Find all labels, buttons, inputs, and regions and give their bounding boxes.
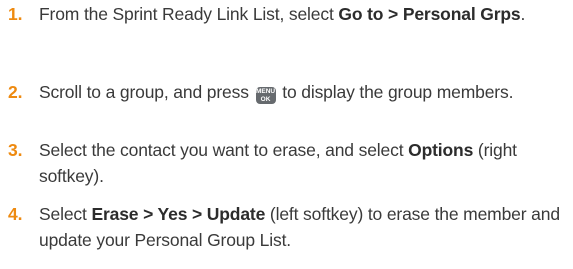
step-text-plain: From the Sprint Ready Link List, select [39,4,339,24]
step-text-plain: to display the group members. [277,82,514,102]
step-text-plain: . [520,4,526,24]
ok-key-label: OK [260,96,271,103]
step-text: Scroll to a group, and press MENU OK to d… [39,79,570,105]
step-1: 1. From the Sprint Ready Link List, sele… [0,1,570,27]
menu-path: Erase > Yes > Update [91,204,266,224]
step-text-plain: Select [39,204,92,224]
instruction-steps: 1. From the Sprint Ready Link List, sele… [0,0,573,269]
step-text: From the Sprint Ready Link List, select … [39,1,570,27]
step-text-plain: Select the contact you want to erase, an… [39,140,409,160]
menu-path: Go to > Personal Grps [338,4,521,24]
step-number: 3. [8,140,23,160]
step-text: Select the contact you want to erase, an… [39,137,570,189]
step-text: Select Erase > Yes > Update (left softke… [39,201,570,253]
step-number: 1. [8,4,23,24]
menu-key-label: MENU [255,88,276,95]
step-2: 2. Scroll to a group, and press MENU OK t… [0,79,570,105]
menu-ok-key-icon: MENU OK [255,87,276,104]
step-number: 2. [8,82,23,102]
step-3: 3. Select the contact you want to erase,… [0,137,570,189]
step-4: 4. Select Erase > Yes > Update (left sof… [0,201,570,253]
step-number: 4. [8,204,23,224]
options-label: Options [408,140,474,160]
step-text-plain: Scroll to a group, and press [39,82,254,102]
